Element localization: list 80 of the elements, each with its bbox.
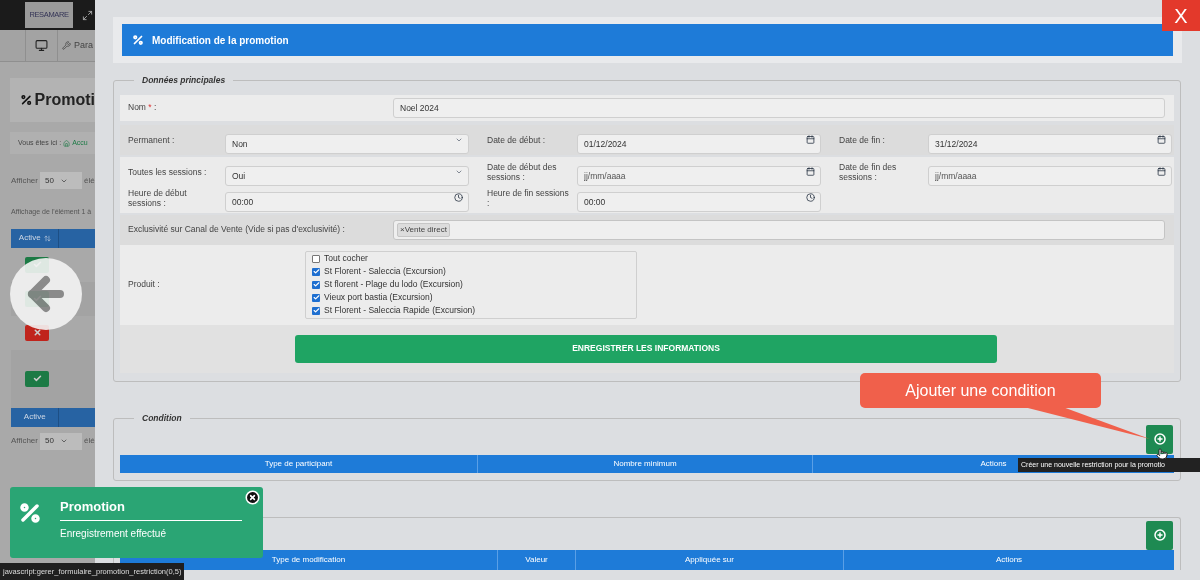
checkbox[interactable] xyxy=(312,293,320,302)
field-label: Heure de début sessions : xyxy=(128,187,188,208)
field-label: Date de fin des sessions : xyxy=(839,161,898,182)
section-legend: Condition xyxy=(134,411,190,425)
column-header: Nombre minimum xyxy=(477,454,812,473)
checkbox-label: Tout cocher xyxy=(324,252,368,266)
wrench-icon xyxy=(62,41,71,50)
checkbox-label: St florent - Plage du lodo (Excursion) xyxy=(324,278,463,292)
plus-icon xyxy=(1153,529,1166,541)
percent-icon xyxy=(18,501,42,525)
monitor-button[interactable] xyxy=(25,30,58,61)
percent-icon xyxy=(20,92,33,108)
dropdown-caret-icon xyxy=(59,437,68,445)
close-icon xyxy=(32,328,42,337)
calendar-icon xyxy=(806,134,815,144)
date-field[interactable]: jj/mm/aaaa xyxy=(577,165,821,186)
checkbox-label: St Florent - Saleccia Rapide (Excursion) xyxy=(324,304,476,318)
sort-icon xyxy=(43,234,51,242)
checkbox[interactable] xyxy=(312,267,320,276)
time-field[interactable]: 00:00 xyxy=(225,191,469,212)
select-field[interactable]: Non xyxy=(225,133,469,154)
settings-menu[interactable]: Para xyxy=(58,30,93,61)
page-length-select[interactable]: 50 xyxy=(40,172,82,189)
field-label: Heure de fin sessions : xyxy=(487,187,570,208)
show-label: Afficher xyxy=(11,174,38,187)
clock-icon xyxy=(806,192,815,202)
percent-icon xyxy=(132,34,144,46)
time-field[interactable]: 00:00 xyxy=(577,191,821,212)
column-header xyxy=(58,228,95,248)
close-button[interactable]: X xyxy=(1162,0,1200,31)
column-header: Actions xyxy=(843,549,1174,570)
toast-message: Enregistrement effectué xyxy=(60,526,167,541)
plus-icon xyxy=(1153,433,1166,445)
check-icon xyxy=(32,374,42,383)
column-header: Valeur xyxy=(497,549,575,570)
column-header: Type de modification xyxy=(270,553,347,566)
field-label: Date de début des sessions : xyxy=(487,161,558,182)
checkbox[interactable] xyxy=(312,306,320,315)
toast-title: Promotion xyxy=(60,497,242,521)
column-header: Type de participant xyxy=(263,457,334,470)
checkbox[interactable] xyxy=(312,254,320,263)
page-length-select[interactable]: 50 xyxy=(40,432,82,450)
column-header[interactable]: Active xyxy=(11,228,59,248)
add-button[interactable] xyxy=(1146,520,1173,550)
field-label: Date de début : xyxy=(487,134,547,145)
tag-field[interactable]: ×Vente direct xyxy=(393,219,1165,240)
page-title: Promoti xyxy=(34,90,95,110)
field-label: Date de fin : xyxy=(839,134,886,145)
checkbox-label: St Florent - Saleccia (Excursion) xyxy=(324,265,446,279)
calendar-icon xyxy=(1157,166,1166,176)
add-button[interactable] xyxy=(1146,424,1173,454)
close-icon[interactable] xyxy=(245,490,260,505)
section-legend: Données principales xyxy=(134,74,234,87)
field-label: Toutes les sessions : xyxy=(128,166,208,177)
expand-icon[interactable] xyxy=(82,9,93,21)
monitor-icon xyxy=(35,39,48,52)
date-field[interactable]: 31/12/2024 xyxy=(928,133,1172,154)
active-toggle-on[interactable] xyxy=(25,370,49,387)
text-field[interactable]: Noel 2024 xyxy=(393,97,1165,118)
clock-icon xyxy=(454,192,463,202)
checkbox[interactable] xyxy=(312,280,320,289)
field-label: Exclusivité sur Canal de Vente (Vide si pas d'exclusivité) : xyxy=(128,223,346,237)
date-field[interactable]: 01/12/2024 xyxy=(577,133,821,154)
column-header: Appliquée sur xyxy=(575,549,843,570)
calendar-icon xyxy=(806,166,815,176)
calendar-icon xyxy=(1157,134,1166,144)
modal-title: Modification de la promotion xyxy=(152,33,289,48)
show-label: Afficher xyxy=(11,435,38,447)
show-suffix: élé xyxy=(84,435,95,447)
field-label: Produit : xyxy=(128,278,161,292)
field-label: Permanent : xyxy=(128,134,176,145)
select-field[interactable]: Oui xyxy=(225,165,469,186)
tag[interactable]: ×Vente direct xyxy=(397,222,450,237)
checkbox-label: Vieux port bastia (Excursion) xyxy=(324,291,433,305)
callout: Ajouter une condition xyxy=(860,373,1101,408)
field-label: Nom * : xyxy=(128,101,158,115)
home-icon xyxy=(63,139,71,147)
show-suffix: élé xyxy=(84,174,95,187)
date-field[interactable]: jj/mm/aaaa xyxy=(928,165,1172,186)
hand-pointer-icon xyxy=(1156,448,1168,460)
